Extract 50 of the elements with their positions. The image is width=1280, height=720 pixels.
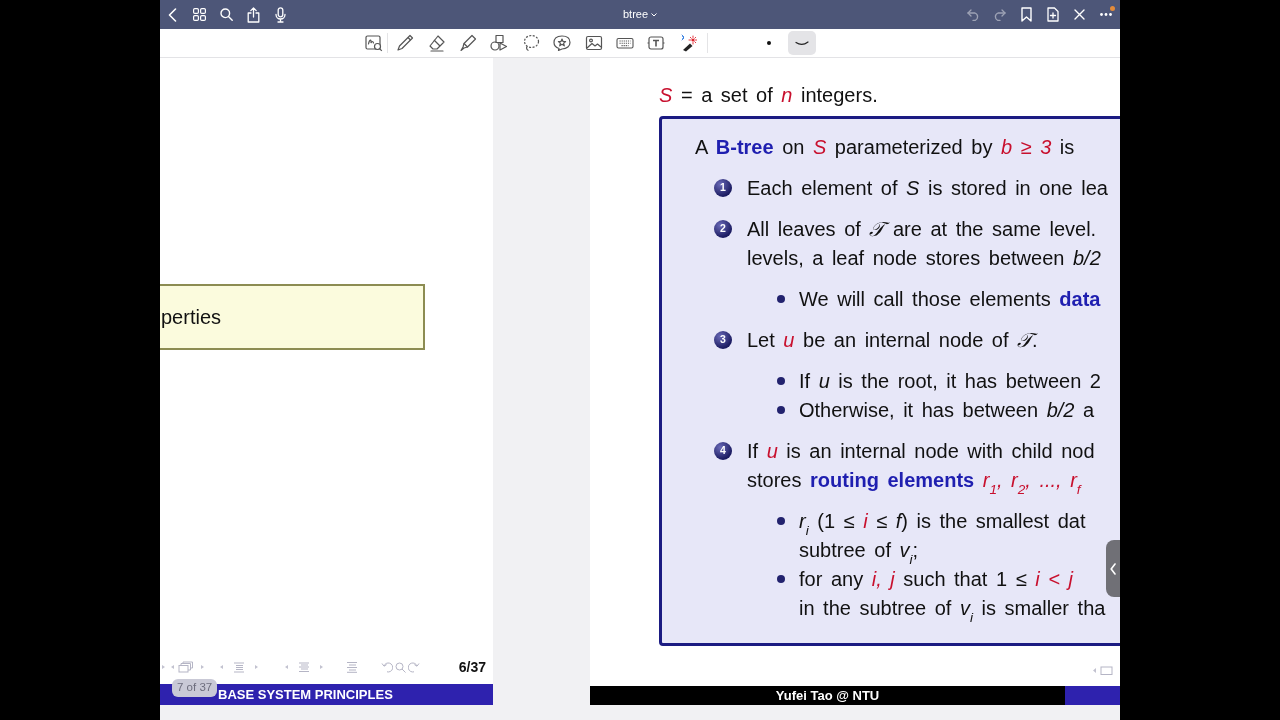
pen-icon[interactable] bbox=[396, 34, 415, 52]
scribble-magnifier-icon[interactable] bbox=[365, 34, 383, 52]
microphone-icon[interactable] bbox=[274, 6, 286, 23]
item-number: 4 bbox=[714, 442, 732, 460]
shapes-icon[interactable] bbox=[490, 34, 509, 52]
bullet-text: Otherwise, it has between b/2 a bbox=[799, 397, 1095, 423]
item-number: 3 bbox=[714, 331, 732, 349]
eraser-icon[interactable] bbox=[427, 34, 446, 52]
frame-counter: 6/37 bbox=[458, 657, 486, 677]
dot-stroke-icon bbox=[766, 41, 771, 45]
definition-heading: A B-tree on S parameterized by b ≥ 3 is bbox=[695, 134, 1076, 160]
curve-stroke-icon bbox=[794, 40, 809, 46]
chevron-down-icon bbox=[651, 12, 658, 17]
grid-icon[interactable] bbox=[192, 8, 206, 21]
footer-author: Yufei Tao @ NTU bbox=[590, 685, 1065, 705]
bullet-icon bbox=[777, 295, 785, 303]
add-page-icon[interactable] bbox=[1046, 7, 1059, 22]
bullet-icon bbox=[777, 377, 785, 385]
bullet-icon bbox=[777, 575, 785, 583]
intro-text: S = a set of n integers. bbox=[659, 83, 879, 108]
search-icon[interactable] bbox=[219, 8, 233, 21]
share-icon[interactable] bbox=[246, 6, 260, 23]
item-text: Let u be an internal node of 𝒯. bbox=[747, 327, 1039, 353]
callout-block: perties bbox=[160, 284, 425, 350]
back-icon[interactable] bbox=[167, 7, 177, 22]
chevron-left-icon bbox=[1110, 562, 1116, 575]
highlighter-icon[interactable] bbox=[459, 34, 478, 52]
item-text: Each element of S is stored in one lea bbox=[747, 175, 1108, 201]
stroke-style-button[interactable] bbox=[787, 31, 816, 55]
item-number: 1 bbox=[714, 179, 732, 197]
bullet-text: If u is the root, it has between 2 bbox=[799, 368, 1101, 394]
bullet-text: for any i, j such that 1 ≤ i < j in the subtree of v$_{i}$ is smaller tha bbox=[799, 566, 1106, 623]
page-indicator: 7 of 37 bbox=[172, 679, 218, 697]
footer-accent-bar bbox=[1065, 685, 1120, 705]
image-icon[interactable] bbox=[584, 34, 603, 52]
item-number: 2 bbox=[714, 220, 732, 238]
bookmark-icon[interactable] bbox=[1020, 7, 1032, 22]
bullet-icon bbox=[777, 517, 785, 525]
bullet-text: r$_{i}$ (1 ≤ i ≤ f) is the smallest dat subtree of v$_{i}$; bbox=[799, 508, 1086, 565]
star-bubble-icon[interactable] bbox=[553, 34, 572, 52]
item-text: All leaves of 𝒯 are at the same level. levels, a leaf node stores between b/2 bbox=[747, 216, 1101, 271]
close-icon[interactable] bbox=[1073, 9, 1085, 20]
lasso-icon[interactable] bbox=[521, 34, 540, 52]
bullet-text: We will call those elements data bbox=[799, 286, 1101, 312]
document-title[interactable]: btree bbox=[622, 6, 658, 23]
text-box-icon[interactable] bbox=[647, 34, 666, 52]
side-panel-handle[interactable] bbox=[1106, 540, 1120, 597]
item-text: If u is an internal node with child nod stores routing elements r$_{1}$, r$_{2}$, ..., r$_{f}$ bbox=[747, 438, 1096, 495]
more-icon[interactable] bbox=[1099, 13, 1112, 16]
bullet-icon bbox=[777, 406, 785, 414]
